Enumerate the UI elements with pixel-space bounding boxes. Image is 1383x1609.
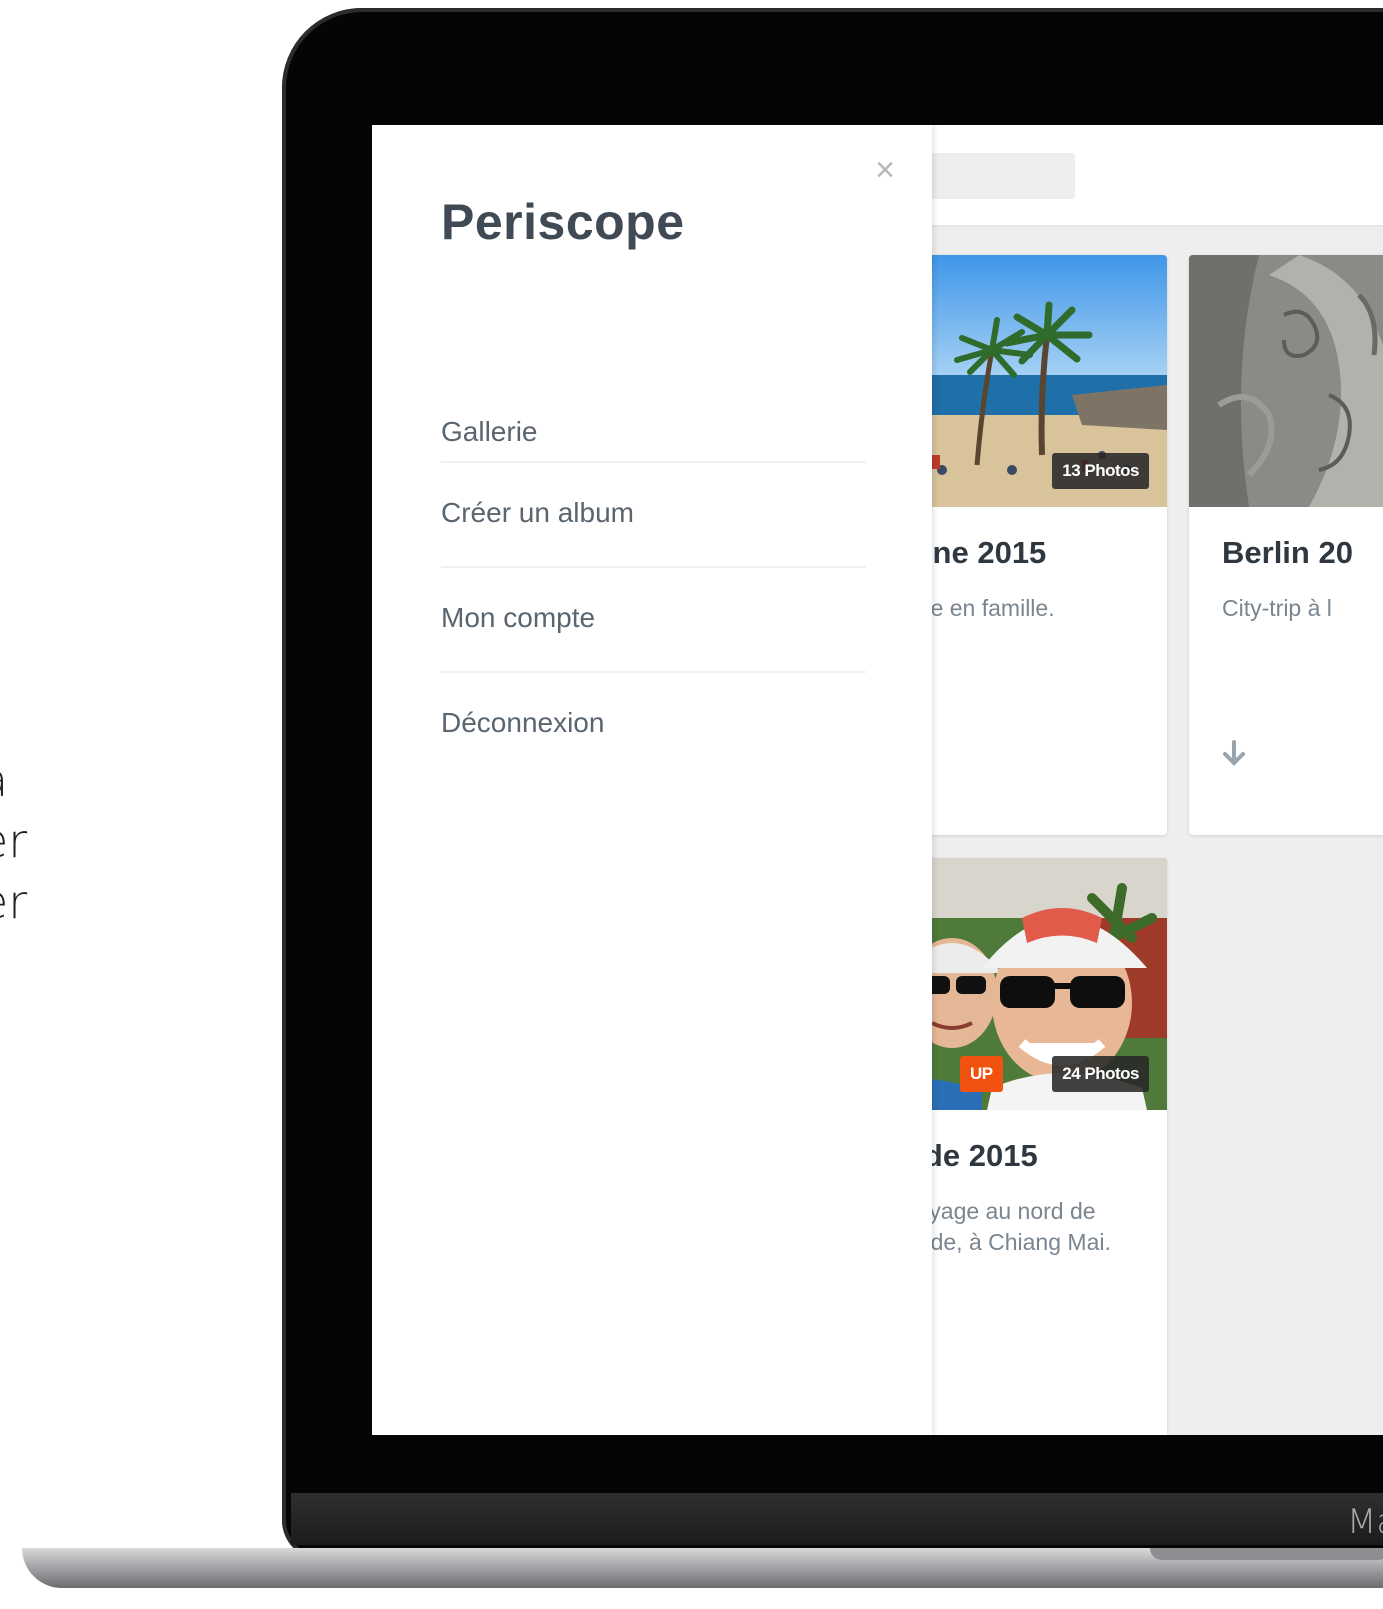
side-text-line-2: er — [0, 814, 28, 868]
statue-photo — [1189, 255, 1383, 507]
side-text-line-1: a — [0, 757, 8, 803]
album-description: voyage au nord de ande, à Chiang Mai. — [905, 1198, 1111, 1255]
laptop-chin — [291, 1493, 1383, 1545]
laptop-base-notch — [1150, 1548, 1383, 1560]
photo-count-badge: 13 Photos — [1052, 453, 1149, 489]
laptop-brand-label: Ma — [1347, 1502, 1383, 1542]
album-description: City-trip à l — [1222, 595, 1332, 621]
drawer-menu: Gallerie Créer un album Mon compte Décon… — [441, 403, 866, 776]
app-screen: 13 Photos lone 2015 one en famille. Berl… — [372, 125, 1383, 1435]
photo-count-badge: 24 Photos — [1052, 1056, 1149, 1092]
side-text-line-3: er — [0, 875, 28, 929]
close-icon[interactable]: × — [870, 153, 900, 187]
navigation-drawer: × Periscope Gallerie Créer un album Mon … — [372, 125, 932, 1435]
album-title: Berlin 20 — [1222, 535, 1353, 570]
up-badge: UP — [960, 1056, 1003, 1092]
app-title: Periscope — [441, 194, 685, 250]
search-input[interactable] — [912, 153, 1075, 199]
album-cover-image — [1189, 255, 1383, 507]
album-card[interactable]: Berlin 20 City-trip à l — [1189, 255, 1383, 835]
arrow-down-icon[interactable] — [1222, 740, 1246, 766]
